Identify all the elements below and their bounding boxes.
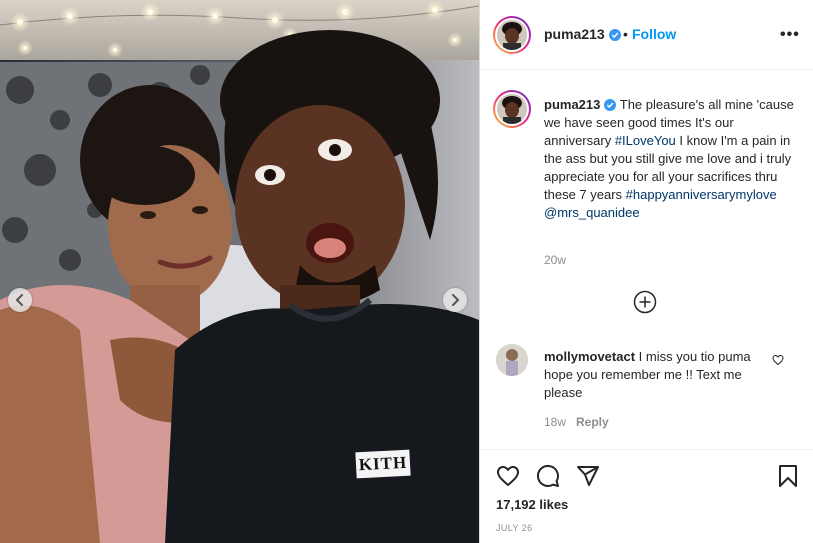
plus-circle-icon bbox=[633, 290, 657, 314]
previous-photo-button[interactable] bbox=[8, 288, 32, 312]
comment-like-heart-icon[interactable] bbox=[772, 354, 784, 366]
bookmark-icon[interactable] bbox=[776, 464, 800, 488]
chevron-right-icon bbox=[452, 294, 459, 306]
next-photo-button[interactable] bbox=[443, 288, 467, 312]
likes-count[interactable]: 17,192 likes bbox=[496, 497, 568, 512]
post-side-panel: puma213 • Follow ••• puma213 The pleasur… bbox=[479, 0, 813, 543]
header-avatar[interactable] bbox=[493, 16, 531, 54]
mention-link[interactable]: @mrs_quanidee bbox=[544, 205, 640, 220]
comment-icon[interactable] bbox=[536, 464, 560, 488]
load-more-comments-button[interactable] bbox=[633, 290, 657, 314]
header-username-text[interactable]: puma213 bbox=[544, 26, 605, 42]
hashtag-happyanniversary[interactable]: #happyanniversarymylove bbox=[626, 187, 777, 202]
share-icon[interactable] bbox=[576, 464, 600, 488]
caption-timestamp[interactable]: 20w bbox=[544, 253, 566, 267]
follow-button[interactable]: Follow bbox=[632, 26, 676, 42]
chevron-left-icon bbox=[16, 294, 23, 306]
shirt-logo-text: KITH bbox=[355, 449, 411, 479]
caption-username[interactable]: puma213 bbox=[544, 97, 600, 112]
comment-body: mollymovetact I miss you tio puma hope y… bbox=[544, 348, 764, 402]
header-username[interactable]: puma213 bbox=[544, 26, 621, 42]
hashtag-iloveyou[interactable]: #ILoveYou bbox=[615, 133, 676, 148]
comment-meta: 18w Reply bbox=[544, 415, 609, 429]
post-actions: 17,192 likes JULY 26 bbox=[480, 449, 813, 543]
heart-icon[interactable] bbox=[496, 464, 520, 488]
post-caption: puma213 The pleasure's all mine 'cause w… bbox=[544, 96, 794, 222]
header-separator: • bbox=[623, 26, 628, 42]
avatar-photo-icon bbox=[497, 20, 527, 50]
commenter-avatar[interactable] bbox=[496, 344, 528, 376]
caption-avatar[interactable] bbox=[493, 90, 531, 128]
post-date[interactable]: JULY 26 bbox=[496, 523, 533, 533]
comment-username[interactable]: mollymovetact bbox=[544, 349, 635, 364]
post-photo[interactable]: KITH bbox=[0, 0, 479, 543]
post-header: puma213 • Follow ••• bbox=[480, 0, 813, 70]
instagram-post-view: KITH puma213 • Follow ••• puma213 The pl… bbox=[0, 0, 813, 543]
verified-badge-icon bbox=[608, 29, 621, 41]
verified-badge-icon bbox=[604, 99, 617, 111]
more-options-icon[interactable]: ••• bbox=[780, 26, 800, 44]
avatar-photo-icon bbox=[497, 94, 527, 124]
avatar-photo-icon bbox=[496, 344, 528, 376]
comment-timestamp[interactable]: 18w bbox=[544, 415, 566, 429]
reply-button[interactable]: Reply bbox=[576, 415, 609, 429]
